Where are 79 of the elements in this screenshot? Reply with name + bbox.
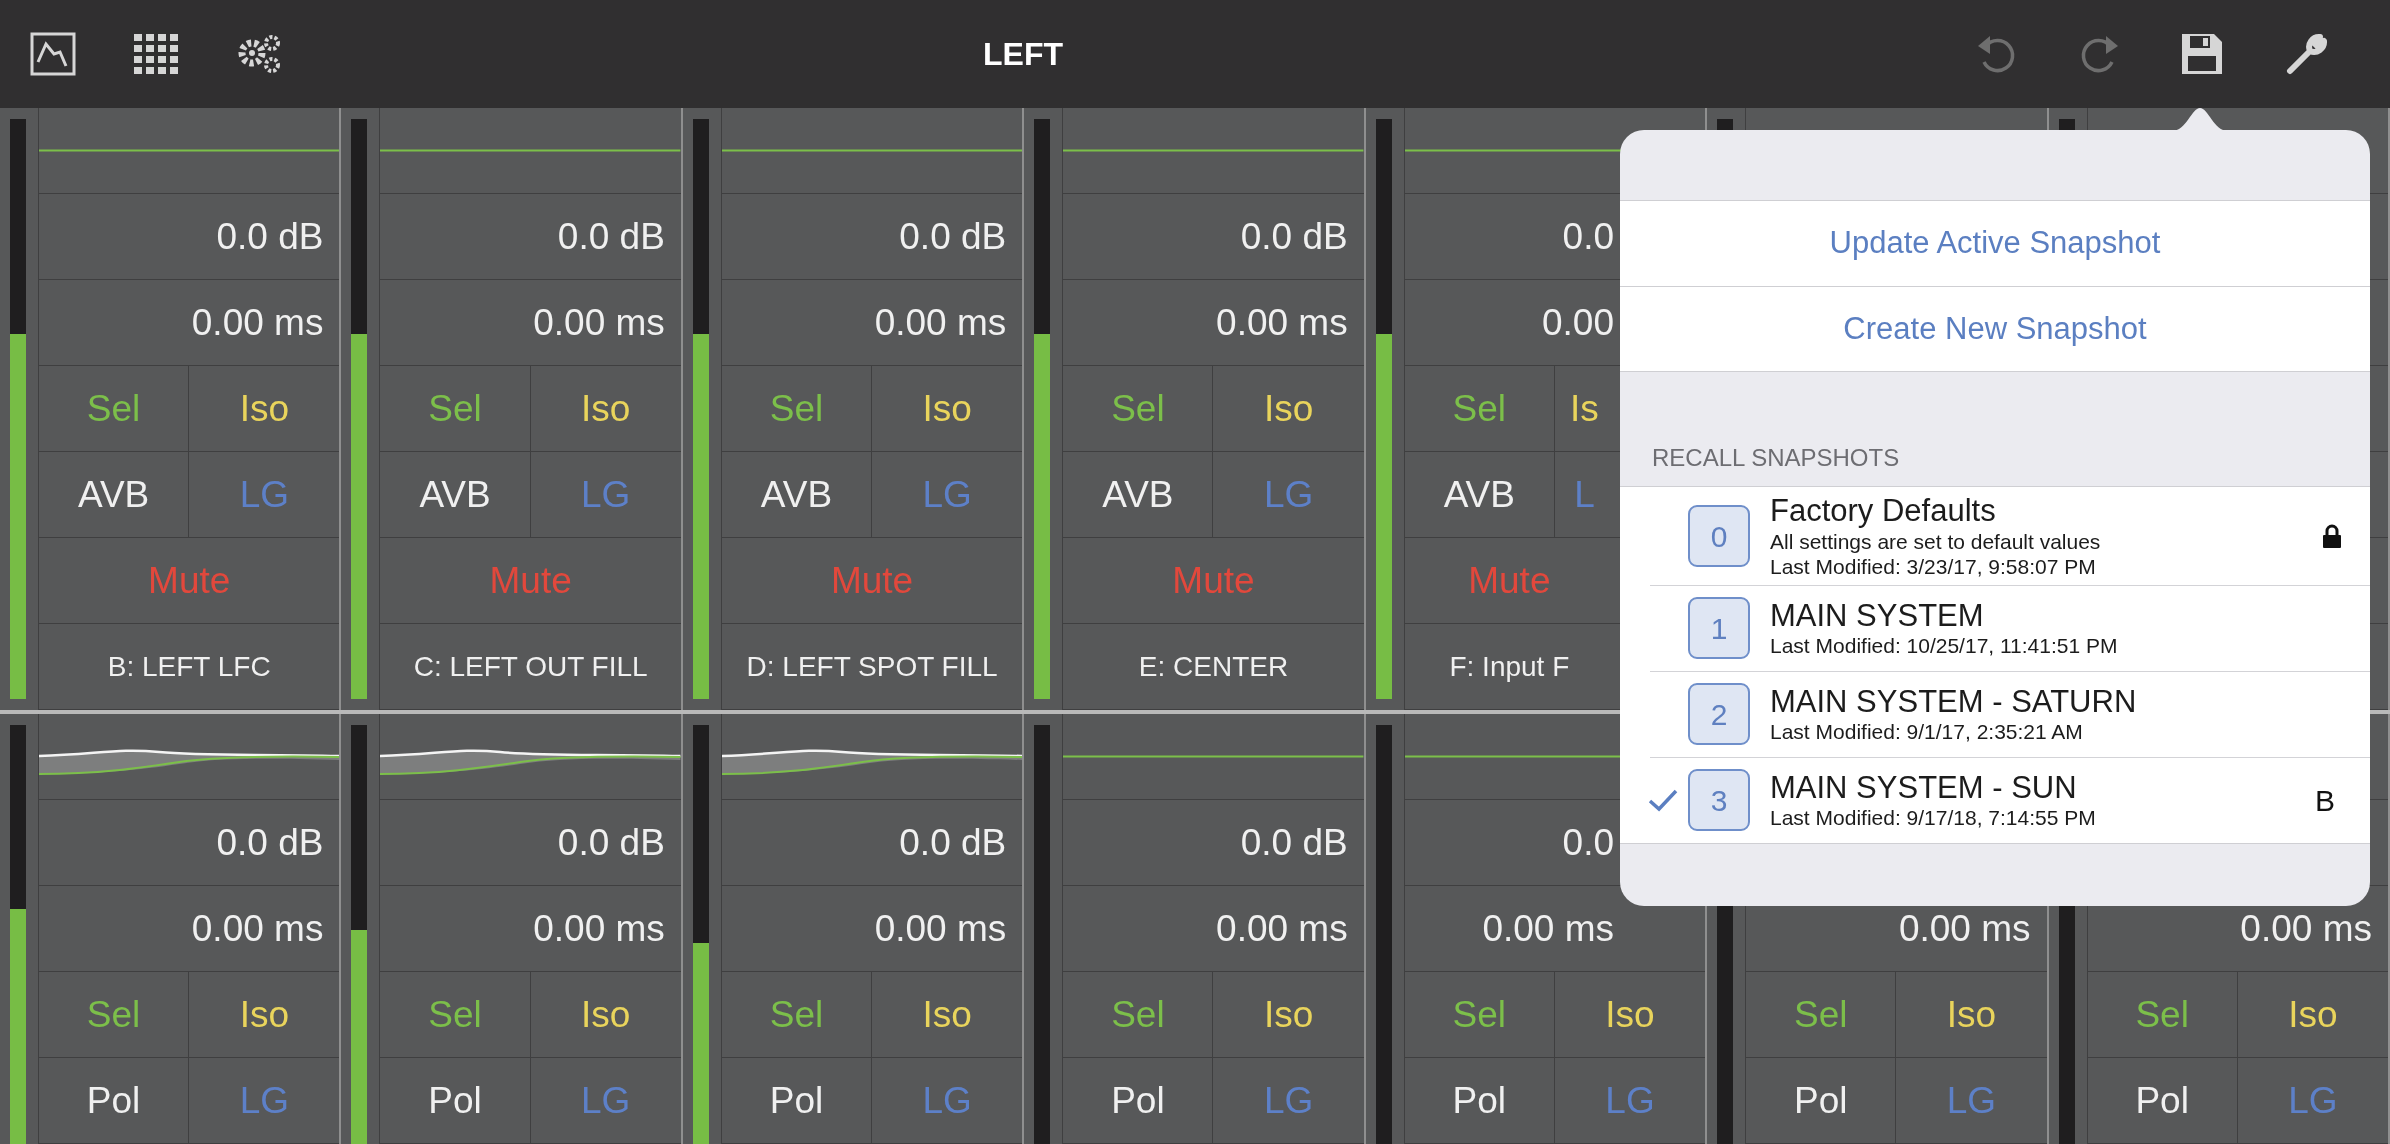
snapshot-name: MAIN SYSTEM: [1770, 597, 1985, 634]
channel-name: C: LEFT OUT FILL: [380, 624, 681, 710]
delay-readout: 0.00 ms: [380, 280, 681, 366]
delay-readout: 0.00 ms: [39, 280, 340, 366]
section-header: RECALL SNAPSHOTS: [1651, 443, 1901, 473]
isolate-button[interactable]: Iso: [1896, 972, 2047, 1058]
select-button[interactable]: Sel: [39, 972, 190, 1058]
select-button[interactable]: Sel: [380, 972, 531, 1058]
snapshot-modified: Last Modified: 10/25/17, 11:41:51 PM: [1770, 633, 2119, 659]
popover-action[interactable]: Create New Snapshot: [1620, 286, 2370, 372]
snapshot-name: MAIN SYSTEM - SATURN: [1770, 683, 2138, 720]
isolate-button[interactable]: Iso: [189, 972, 340, 1058]
delay-readout: 0.00 ms: [721, 280, 1023, 366]
gain-readout: 0.0 dB: [380, 194, 681, 280]
select-button[interactable]: Sel: [1063, 366, 1214, 452]
channel-name: D: LEFT SPOT FILL: [721, 624, 1023, 710]
snapshot-number: 3: [1688, 769, 1750, 831]
gain-readout: 0.0 dB: [380, 800, 681, 886]
delay-readout: 0.00 ms: [380, 886, 681, 972]
delay-readout: 0.00 ms: [1063, 886, 1364, 972]
snapshot-number: 1: [1688, 597, 1750, 659]
select-button[interactable]: Sel: [1063, 972, 1214, 1058]
gain-readout: 0.0 dB: [39, 800, 340, 886]
isolate-button[interactable]: Iso: [530, 972, 681, 1058]
snapshot-modified: Last Modified: 3/23/17, 9:58:07 PM: [1770, 553, 2097, 579]
delay-readout: 0.00 ms: [39, 886, 340, 972]
mode-button[interactable]: AVB: [1404, 452, 1555, 538]
mode-button[interactable]: AVB: [39, 452, 190, 538]
isolate-button[interactable]: Iso: [530, 366, 681, 452]
mode-button[interactable]: AVB: [721, 452, 873, 538]
channel-name: B: LEFT LFC: [39, 624, 340, 710]
select-button[interactable]: Sel: [2087, 972, 2238, 1058]
mode-button[interactable]: Pol: [39, 1058, 190, 1144]
snapshot-name: MAIN SYSTEM - SUN: [1770, 769, 2078, 806]
snapshot-modified: Last Modified: 9/17/18, 7:14:55 PM: [1770, 805, 2097, 831]
gain-readout: 0.0 dB: [721, 194, 1023, 280]
isolate-button[interactable]: Iso: [872, 972, 1023, 1058]
mode-button[interactable]: AVB: [1063, 452, 1214, 538]
isolate-button[interactable]: Iso: [1213, 972, 1364, 1058]
isolate-button[interactable]: Iso: [872, 366, 1023, 452]
gain-readout: 0.0 dB: [1063, 800, 1364, 886]
snapshot-tag: B: [2315, 777, 2335, 823]
select-button[interactable]: Sel: [1404, 972, 1555, 1058]
isolate-button[interactable]: Iso: [1213, 366, 1364, 452]
save-button[interactable]: [2180, 32, 2224, 76]
select-button[interactable]: Sel: [721, 366, 873, 452]
channel-name: E: CENTER: [1063, 624, 1364, 710]
checkmark-icon: [1648, 788, 1678, 812]
settings-button[interactable]: [236, 33, 282, 75]
grid-view-button[interactable]: [134, 34, 178, 74]
mode-button[interactable]: Pol: [721, 1058, 873, 1144]
snapshot-number: 0: [1688, 505, 1750, 567]
select-button[interactable]: Sel: [721, 972, 873, 1058]
graph-view-button[interactable]: [30, 32, 76, 76]
mode-button[interactable]: Pol: [1404, 1058, 1555, 1144]
popover-action[interactable]: Update Active Snapshot: [1620, 200, 2370, 286]
mode-button[interactable]: Pol: [1746, 1058, 1897, 1144]
snapshot-name: Factory Defaults: [1770, 493, 1997, 529]
gain-readout: 0.0 dB: [1063, 194, 1364, 280]
select-button[interactable]: Sel: [1746, 972, 1897, 1058]
snapshot-number: 2: [1688, 683, 1750, 745]
mode-button[interactable]: Pol: [2087, 1058, 2238, 1144]
gain-readout: 0.0 dB: [39, 194, 340, 280]
isolate-button[interactable]: Iso: [1554, 972, 1706, 1058]
delay-readout: 0.00 ms: [1063, 280, 1364, 366]
snapshot-description: All settings are set to default values: [1770, 528, 2102, 554]
select-button[interactable]: Sel: [39, 366, 190, 452]
select-button[interactable]: Sel: [380, 366, 531, 452]
snapshot-modified: Last Modified: 9/1/17, 2:35:21 AM: [1770, 719, 2084, 745]
select-button[interactable]: Sel: [1404, 366, 1555, 452]
isolate-button[interactable]: Iso: [2237, 972, 2388, 1058]
mode-button[interactable]: Pol: [1063, 1058, 1214, 1144]
delay-readout: 0.00 ms: [721, 886, 1023, 972]
isolate-button[interactable]: Iso: [189, 366, 340, 452]
mode-button[interactable]: AVB: [380, 452, 531, 538]
gain-readout: 0.0 dB: [721, 800, 1023, 886]
page-title: LEFT: [982, 35, 1064, 74]
mode-button[interactable]: Pol: [380, 1058, 531, 1144]
wrench-icon[interactable]: [2284, 31, 2330, 77]
